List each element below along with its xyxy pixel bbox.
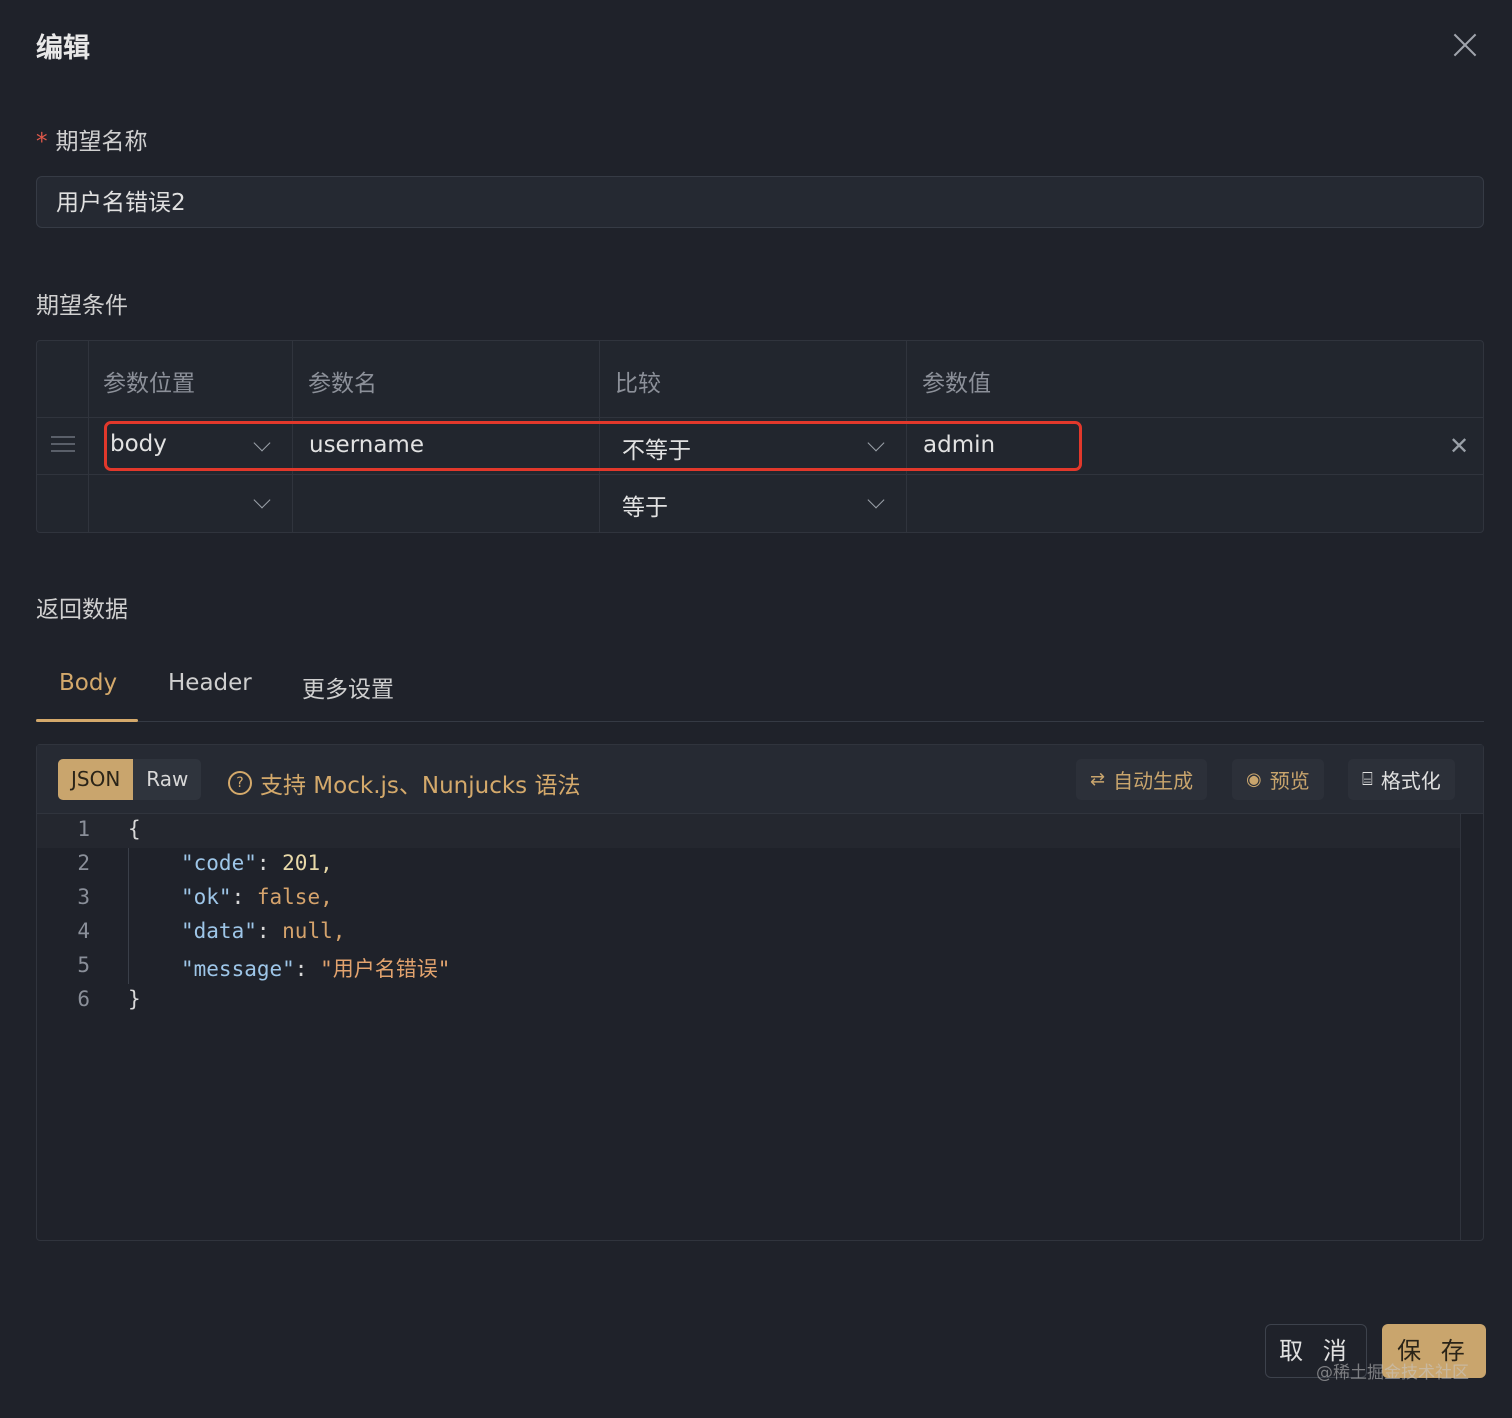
line-number: 6	[77, 987, 90, 1011]
format-button[interactable]: ⌸ 格式化	[1348, 759, 1455, 800]
format-icon: ⌸	[1362, 769, 1373, 790]
json-key: "ok"	[181, 885, 232, 909]
help-icon: ?	[228, 771, 252, 795]
code-line: "message": "用户名错误"	[181, 957, 451, 981]
json-key: "data"	[181, 919, 257, 943]
tabs-divider	[36, 721, 1484, 722]
preview-button[interactable]: ◉ 预览	[1232, 759, 1324, 800]
active-tab-indicator	[36, 719, 138, 722]
active-line-highlight	[37, 814, 1461, 848]
format-toggle: JSON Raw	[58, 759, 202, 800]
json-key: "message"	[181, 957, 295, 981]
indent-guide	[128, 848, 129, 984]
syntax-hint[interactable]: ? 支持 Mock.js、Nunjucks 语法	[228, 766, 580, 800]
code-line: }	[128, 987, 141, 1011]
format-label: 格式化	[1380, 769, 1441, 793]
drag-handle-icon[interactable]	[51, 436, 75, 452]
code-line: "data": null,	[181, 919, 346, 943]
eye-icon: ◉	[1246, 769, 1262, 790]
name-input[interactable]: 用户名错误2	[36, 176, 1484, 228]
line-number: 2	[77, 851, 90, 875]
chevron-down-icon[interactable]	[255, 497, 269, 511]
delete-row-icon[interactable]: ✕	[1449, 432, 1469, 460]
close-icon[interactable]	[1448, 28, 1482, 62]
highlight-box	[104, 421, 1082, 471]
header-compare: 比较	[615, 371, 661, 397]
conditions-label: 期望条件	[36, 293, 128, 319]
tab-more-settings[interactable]: 更多设置	[302, 670, 394, 704]
line-number: 3	[77, 885, 90, 909]
code-line: {	[128, 817, 141, 841]
response-label: 返回数据	[36, 597, 128, 623]
name-label: * 期望名称	[36, 122, 148, 156]
syntax-hint-text: 支持 Mock.js、Nunjucks 语法	[260, 773, 581, 799]
code-line: "code": 201,	[181, 851, 333, 875]
tab-header[interactable]: Header	[168, 670, 252, 696]
preview-label: 预览	[1269, 769, 1310, 793]
dialog-title: 编辑	[36, 33, 90, 64]
json-value: null,	[282, 919, 346, 943]
line-number: 5	[77, 953, 90, 977]
chevron-down-icon[interactable]	[869, 497, 883, 511]
auto-generate-label: 自动生成	[1113, 769, 1194, 793]
editor-scrollbar[interactable]	[1460, 814, 1461, 1240]
json-value: false,	[256, 885, 333, 909]
required-mark: *	[36, 129, 48, 155]
header-value: 参数值	[922, 371, 991, 397]
code-line: "ok": false,	[181, 885, 333, 909]
watermark: @稀土掘金技术社区	[1316, 1363, 1469, 1383]
json-key: "code"	[181, 851, 257, 875]
refresh-icon: ⇄	[1090, 769, 1106, 790]
name-label-text: 期望名称	[55, 129, 148, 155]
tab-body[interactable]: Body	[59, 670, 117, 696]
line-number: 1	[77, 817, 90, 841]
raw-toggle[interactable]: Raw	[133, 759, 201, 800]
header-name: 参数名	[308, 371, 377, 397]
json-value: "用户名错误"	[320, 957, 451, 981]
auto-generate-button[interactable]: ⇄ 自动生成	[1076, 759, 1208, 800]
line-number: 4	[77, 919, 90, 943]
header-position: 参数位置	[103, 371, 195, 397]
json-value: 201,	[282, 851, 333, 875]
compare-select-empty[interactable]: 等于	[622, 488, 668, 522]
json-toggle[interactable]: JSON	[58, 759, 134, 800]
